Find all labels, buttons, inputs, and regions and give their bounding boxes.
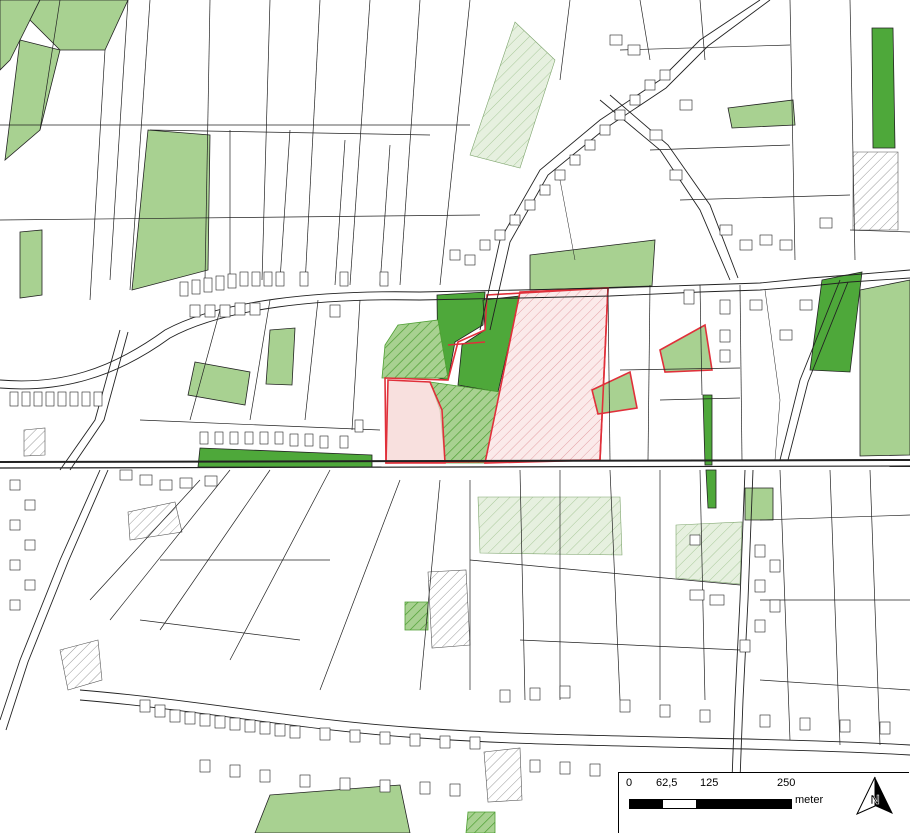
scale-segment	[776, 799, 792, 809]
north-label: N	[870, 792, 879, 807]
scale-segment	[662, 799, 698, 809]
map-canvas[interactable]	[0, 0, 910, 833]
parcel-green	[859, 279, 910, 457]
scale-bar: 0 62,5 125 250 meter N	[618, 772, 909, 833]
parcel-hatched-green	[404, 601, 429, 631]
parcel-dark-green	[702, 394, 713, 466]
parcel-hatched-grey	[427, 569, 471, 649]
scale-segment	[696, 799, 778, 809]
scale-segment	[629, 799, 664, 809]
parcel-hatched-green	[465, 811, 496, 833]
parcel-hatched-light	[477, 496, 623, 556]
parcel-green	[19, 229, 43, 299]
parcel-hatched-grey	[852, 151, 899, 231]
scale-tick-62-5: 62,5	[656, 777, 678, 789]
scale-unit: meter	[795, 794, 824, 806]
scale-tick-250: 250	[777, 777, 796, 789]
parcel-dark-green	[871, 27, 896, 149]
north-arrow-icon: N	[855, 776, 893, 816]
parcel-green	[744, 487, 774, 521]
parcel-hatched-grey	[483, 747, 523, 803]
scale-tick-125: 125	[700, 777, 719, 789]
parcel-green	[265, 327, 296, 386]
parcel-dark-green	[705, 469, 717, 509]
scale-tick-0: 0	[626, 777, 633, 789]
parcel-hatched-grey	[23, 427, 46, 457]
parcel-hatched-light	[675, 521, 743, 585]
